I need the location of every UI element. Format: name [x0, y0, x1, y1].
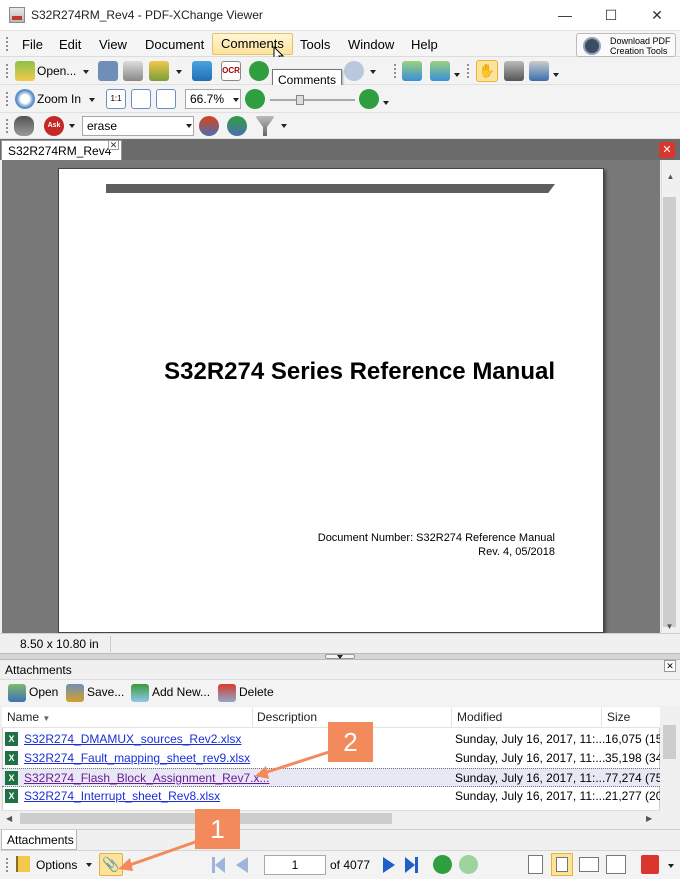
arrow-head-2-icon: [255, 766, 269, 779]
arrow-head-1-icon: [118, 858, 133, 871]
callout-badge-1: 1: [195, 809, 240, 849]
callout-badge-2: 2: [328, 722, 373, 762]
